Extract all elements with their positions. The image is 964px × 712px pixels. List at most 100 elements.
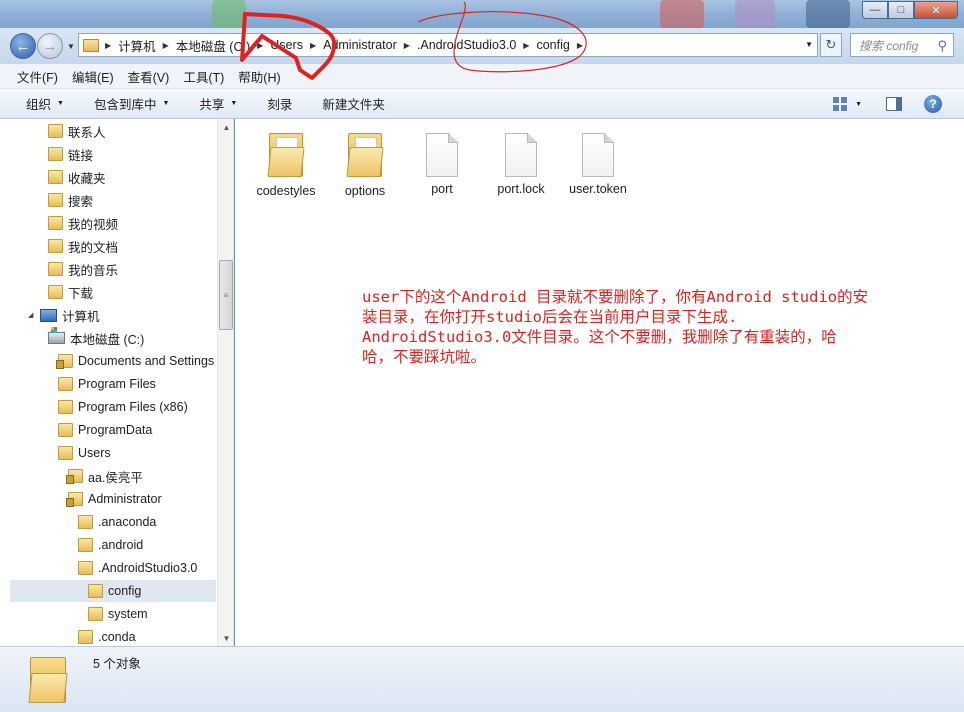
- nav-item-programdata[interactable]: ProgramData: [58, 419, 152, 441]
- breadcrumb-administrator[interactable]: Administrator: [323, 38, 397, 52]
- nav-item-config[interactable]: config: [10, 580, 216, 602]
- chevron-right-icon[interactable]: ▶: [404, 41, 410, 50]
- breadcrumb-users[interactable]: Users: [270, 38, 303, 52]
- view-options-dropdown[interactable]: ▼: [855, 101, 862, 108]
- file-item-user-token[interactable]: user.token: [558, 131, 638, 196]
- menu-tools[interactable]: 工具(T): [183, 67, 224, 86]
- forward-button[interactable]: →: [37, 33, 63, 59]
- folder-icon: [78, 538, 93, 552]
- locked-folder-icon: [66, 492, 83, 507]
- locked-folder-icon: [66, 469, 83, 484]
- locked-folder-icon: [56, 354, 73, 369]
- nav-item-music[interactable]: 我的音乐: [48, 258, 118, 280]
- menu-help[interactable]: 帮助(H): [238, 67, 280, 86]
- preview-pane-icon[interactable]: [886, 97, 902, 111]
- nav-item-program-files-x86[interactable]: Program Files (x86): [58, 396, 188, 418]
- scroll-up-icon[interactable]: ▲: [218, 119, 233, 135]
- folder-icon: [58, 423, 73, 437]
- recent-pages-dropdown[interactable]: ▼: [67, 42, 75, 51]
- menu-view[interactable]: 查看(V): [128, 67, 170, 86]
- nav-item-computer[interactable]: ◢ 计算机: [28, 304, 100, 326]
- address-bar[interactable]: ▶ 计算机 ▶ 本地磁盘 (C:) ▶ Users ▶ Administrato…: [78, 33, 818, 57]
- minimize-button[interactable]: —: [862, 1, 888, 19]
- nav-item-label: .android: [98, 538, 144, 552]
- nav-item-label: .conda: [98, 630, 136, 644]
- nav-item-users[interactable]: Users: [58, 442, 111, 464]
- change-view-icon[interactable]: [833, 97, 848, 111]
- nav-item-label: aa.侯亮平: [88, 470, 143, 485]
- chevron-right-icon[interactable]: ▶: [310, 41, 316, 50]
- nav-item-contacts[interactable]: 联系人: [48, 120, 106, 142]
- annotation-note: user下的这个Android 目录就不要删除了，你有Android studi…: [362, 287, 962, 367]
- nav-scrollbar[interactable]: ▲ ≡ ▼: [217, 119, 233, 646]
- nav-item-conda[interactable]: .conda: [78, 626, 136, 646]
- nav-item-videos[interactable]: 我的视频: [48, 212, 118, 234]
- scrollbar-thumb[interactable]: ≡: [219, 260, 233, 330]
- nav-item-favorites[interactable]: 收藏夹: [48, 166, 106, 188]
- nav-item-searches[interactable]: 搜索: [48, 189, 93, 211]
- include-in-library-label: 包含到库中: [93, 98, 157, 112]
- new-folder-label: 新建文件夹: [322, 98, 385, 112]
- chevron-right-icon[interactable]: ▶: [257, 41, 263, 50]
- address-history-dropdown[interactable]: ▼: [805, 40, 813, 49]
- include-in-library-button[interactable]: 包含到库中 ▼: [94, 94, 169, 113]
- file-item-port[interactable]: port: [402, 131, 482, 196]
- file-name: port: [431, 182, 453, 196]
- nav-item-label: system: [108, 607, 148, 621]
- breadcrumb-local-disk[interactable]: 本地磁盘 (C:): [176, 36, 250, 55]
- file-item-port-lock[interactable]: port.lock: [481, 131, 561, 196]
- back-button[interactable]: ←: [10, 33, 36, 59]
- share-button[interactable]: 共享 ▼: [199, 94, 237, 113]
- folder-icon: [267, 131, 305, 179]
- maximize-button[interactable]: □: [888, 1, 914, 19]
- organize-button[interactable]: 组织 ▼: [26, 94, 64, 113]
- nav-item-anaconda[interactable]: .anaconda: [78, 511, 156, 533]
- item-count: 5 个对象: [93, 657, 141, 671]
- nav-item-documents[interactable]: 我的文档: [48, 235, 118, 257]
- menu-file[interactable]: 文件(F): [17, 67, 58, 86]
- breadcrumb-config[interactable]: config: [536, 38, 569, 52]
- taskbar-thumbnail-icon: [660, 0, 704, 28]
- chevron-down-icon: ▼: [57, 100, 64, 107]
- window-controls: — □ ✕: [862, 1, 958, 19]
- file-name: codestyles: [256, 184, 316, 198]
- help-icon[interactable]: ?: [924, 95, 942, 113]
- nav-item-links[interactable]: 链接: [48, 143, 93, 165]
- searches-icon: [48, 193, 63, 207]
- file-item-options[interactable]: options: [325, 131, 405, 198]
- nav-item-local-disk[interactable]: 本地磁盘 (C:): [48, 327, 144, 349]
- search-input[interactable]: 搜索 config ⚲: [850, 33, 954, 57]
- nav-item-android[interactable]: .android: [78, 534, 143, 556]
- chevron-right-icon[interactable]: ▶: [105, 41, 111, 50]
- videos-icon: [48, 216, 63, 230]
- nav-item-downloads[interactable]: 下载: [48, 281, 93, 303]
- nav-item-androidstudio[interactable]: .AndroidStudio3.0: [78, 557, 197, 579]
- nav-item-label: 联系人: [68, 125, 106, 140]
- navigation-pane: 联系人 链接 收藏夹 搜索 我的视频 我的文档 我的音乐 下载 ◢ 计算机 本地磁…: [0, 119, 234, 646]
- nav-item-documents-and-settings[interactable]: Documents and Settings: [56, 350, 214, 372]
- chevron-right-icon[interactable]: ▶: [577, 41, 583, 50]
- search-icon[interactable]: ⚲: [937, 38, 947, 54]
- close-button[interactable]: ✕: [914, 1, 958, 19]
- scroll-down-icon[interactable]: ▼: [218, 630, 233, 646]
- breadcrumb-computer[interactable]: 计算机: [118, 36, 156, 55]
- breadcrumb-androidstudio[interactable]: .AndroidStudio3.0: [417, 38, 516, 52]
- nav-item-label: ProgramData: [78, 423, 153, 437]
- chevron-right-icon[interactable]: ▶: [163, 41, 169, 50]
- expanded-arrow-icon[interactable]: ◢: [28, 311, 38, 319]
- nav-item-user-aa[interactable]: aa.侯亮平: [66, 465, 143, 487]
- file-item-codestyles[interactable]: codestyles: [246, 131, 326, 198]
- nav-item-label: 计算机: [62, 309, 100, 324]
- new-folder-button[interactable]: 新建文件夹: [322, 94, 385, 113]
- file-name: user.token: [569, 182, 627, 196]
- nav-item-label: Program Files (x86): [78, 400, 188, 414]
- burn-button[interactable]: 刻录: [267, 94, 292, 113]
- chevron-right-icon[interactable]: ▶: [523, 41, 529, 50]
- nav-item-administrator[interactable]: Administrator: [66, 488, 162, 510]
- nav-item-label: 下载: [68, 286, 94, 301]
- nav-item-system[interactable]: system: [88, 603, 148, 625]
- folder-icon: [28, 655, 72, 705]
- refresh-button[interactable]: ↻: [820, 33, 842, 57]
- menu-edit[interactable]: 编辑(E): [72, 67, 114, 86]
- nav-item-program-files[interactable]: Program Files: [58, 373, 156, 395]
